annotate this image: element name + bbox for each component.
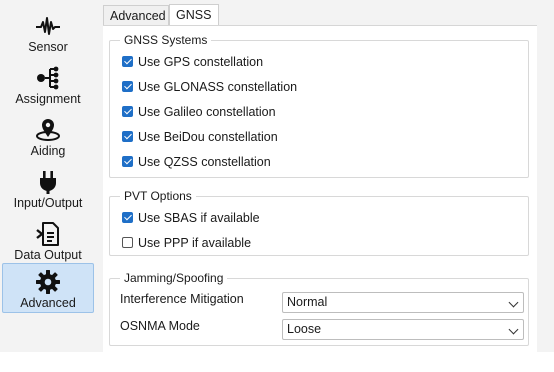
pvt-options-group: PVT Options Use SBAS if available Use PP…	[109, 189, 529, 256]
waveform-icon	[36, 17, 60, 35]
gnss-tab-content: GNSS Systems Use GPS constellation Use G…	[103, 25, 537, 353]
gnss-systems-group: GNSS Systems Use GPS constellation Use G…	[109, 33, 529, 178]
tree-nodes-icon	[37, 66, 59, 90]
checkbox-checked[interactable]	[122, 212, 133, 223]
gps-checkbox[interactable]: Use GPS constellation	[122, 53, 263, 71]
sidebar-item-label: Data Output	[14, 248, 82, 262]
select-value: Normal	[287, 295, 328, 309]
sidebar-item-label: Input/Output	[13, 196, 83, 210]
tab-label: Advanced	[110, 9, 166, 23]
sidebar-item-label: Assignment	[15, 92, 81, 106]
osnma-mode-label: OSNMA Mode	[120, 319, 200, 333]
glonass-checkbox[interactable]: Use GLONASS constellation	[122, 78, 297, 96]
qzss-checkbox[interactable]: Use QZSS constellation	[122, 153, 271, 171]
checkbox-checked[interactable]	[122, 106, 133, 117]
tab-label: GNSS	[176, 8, 212, 22]
sbas-checkbox[interactable]: Use SBAS if available	[122, 209, 260, 227]
location-pin-icon	[36, 119, 60, 141]
sidebar-item-label: Sensor	[28, 40, 68, 54]
checkbox-label: Use QZSS constellation	[138, 155, 271, 169]
tab-gnss[interactable]: GNSS	[169, 4, 219, 26]
checkbox-unchecked[interactable]	[122, 237, 133, 248]
checkbox-checked[interactable]	[122, 156, 133, 167]
checkbox-label: Use Galileo constellation	[138, 105, 276, 119]
chevron-down-icon	[508, 324, 519, 335]
sidebar-item-sensor[interactable]: Sensor	[2, 8, 94, 58]
chevron-down-icon	[508, 297, 519, 308]
interference-mitigation-label: Interference Mitigation	[120, 292, 244, 306]
checkbox-label: Use PPP if available	[138, 236, 252, 250]
galileo-checkbox[interactable]: Use Galileo constellation	[122, 103, 276, 121]
group-title: Jamming/Spoofing	[120, 271, 228, 285]
sidebar-item-label: Aiding	[30, 144, 66, 158]
group-title: PVT Options	[120, 189, 196, 203]
checkbox-checked[interactable]	[122, 131, 133, 142]
sidebar: Sensor Assignment Aiding Input/Output Da…	[0, 0, 100, 352]
sidebar-item-advanced[interactable]: Advanced	[2, 263, 94, 313]
select-value: Loose	[287, 322, 322, 336]
sidebar-item-data-output[interactable]: Data Output	[2, 216, 94, 266]
document-export-icon	[36, 222, 59, 246]
checkbox-label: Use GLONASS constellation	[138, 80, 298, 94]
gear-icon	[36, 270, 60, 294]
osnma-mode-select[interactable]: Loose	[282, 319, 524, 340]
checkbox-checked[interactable]	[122, 81, 133, 92]
sidebar-item-label: Advanced	[20, 296, 76, 310]
tab-advanced[interactable]: Advanced	[103, 5, 169, 25]
group-title: GNSS Systems	[120, 33, 212, 47]
sidebar-item-aiding[interactable]: Aiding	[2, 112, 94, 162]
sidebar-item-assignment[interactable]: Assignment	[2, 60, 94, 110]
checkbox-label: Use GPS constellation	[138, 55, 264, 69]
main-panel: Advanced GNSS GNSS Systems Use GPS const…	[100, 0, 554, 353]
checkbox-label: Use BeiDou constellation	[138, 130, 278, 144]
beidou-checkbox[interactable]: Use BeiDou constellation	[122, 128, 278, 146]
interference-mitigation-select[interactable]: Normal	[282, 292, 524, 313]
checkbox-label: Use SBAS if available	[138, 211, 260, 225]
ppp-checkbox[interactable]: Use PPP if available	[122, 234, 251, 252]
checkbox-checked[interactable]	[122, 56, 133, 67]
jamming-spoofing-group: Jamming/Spoofing Interference Mitigation…	[109, 271, 529, 346]
sidebar-item-input-output[interactable]: Input/Output	[2, 164, 94, 214]
power-plug-icon	[40, 171, 56, 194]
